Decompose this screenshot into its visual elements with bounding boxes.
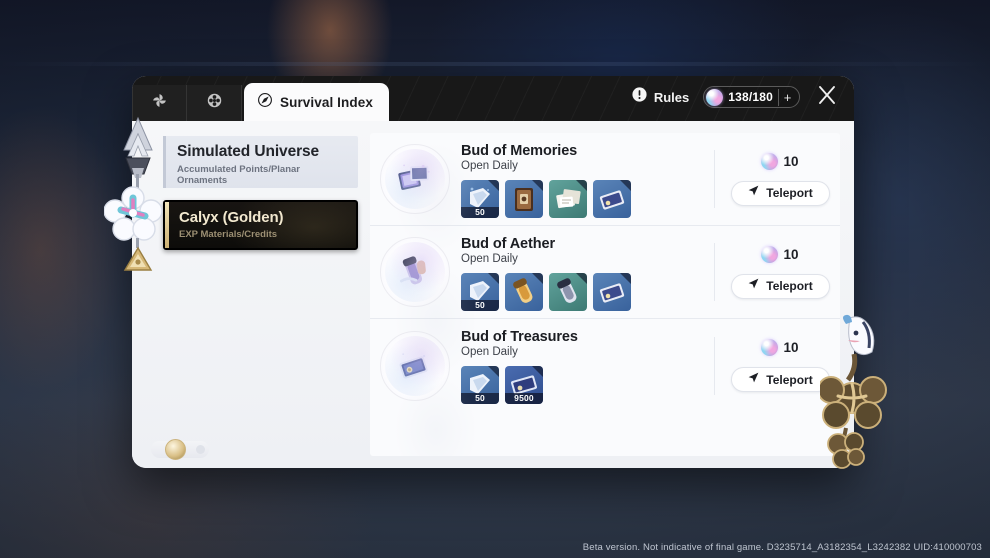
teleport-arrow-icon — [747, 277, 760, 295]
teleport-label: Teleport — [766, 372, 813, 387]
teleport-label: Teleport — [766, 186, 813, 200]
exclamation-icon — [631, 86, 648, 108]
row-divider — [714, 150, 715, 208]
sidebar-item-title: Calyx (Golden) — [179, 209, 284, 226]
stage-list: Bud of Memories Open Daily 50 10 Telepor… — [370, 133, 840, 456]
trailblaze-power-orb-icon — [706, 88, 724, 106]
reward-traveler-guide[interactable]: 50 — [461, 179, 499, 218]
trailblaze-power-orb-icon — [761, 339, 779, 356]
bud-of-aether-emblem — [380, 237, 450, 307]
stage-cost-value: 10 — [783, 340, 799, 355]
stage-subtitle: Open Daily — [461, 252, 518, 265]
reward-qty: 50 — [461, 206, 499, 218]
close-button[interactable] — [814, 84, 840, 110]
tab-survival-index[interactable]: Survival Index — [244, 83, 389, 121]
sidebar-item-calyx-golden[interactable]: Calyx (Golden) EXP Materials/Credits — [163, 200, 358, 250]
reward-calyx-ticket[interactable] — [593, 272, 631, 311]
reward-traveler-guide[interactable]: 50 — [461, 366, 499, 404]
reward-travel-encounters[interactable] — [549, 179, 587, 218]
row-divider — [714, 243, 715, 301]
sidebar-item-subtitle: EXP Materials/Credits — [179, 229, 278, 240]
trailblaze-power-orb-icon — [761, 152, 779, 170]
teleport-arrow-icon — [747, 184, 760, 202]
reward-qty: 50 — [461, 299, 499, 311]
reward-list: 50 9500 — [461, 366, 708, 404]
stage-cost-value: 10 — [783, 246, 799, 262]
seal-badge[interactable] — [151, 439, 209, 460]
compass-icon — [257, 92, 273, 113]
reward-qty: 9500 — [505, 393, 543, 404]
trailblaze-power-value: 138/180 — [728, 90, 773, 104]
beta-version-footer: Beta version. Not indicative of final ga… — [582, 542, 982, 553]
pinwheel-icon — [151, 92, 168, 114]
reward-gold-vial[interactable] — [505, 272, 543, 311]
sidebar-item-subtitle: Accumulated Points/Planar Ornaments — [177, 164, 301, 187]
table-row[interactable]: Bud of Aether Open Daily 50 10 Teleport — [370, 226, 840, 319]
add-power-button[interactable]: + — [778, 88, 796, 106]
teleport-label: Teleport — [766, 279, 813, 293]
window-header: Survival Index Rules 138/180 + — [132, 76, 854, 121]
stage-cost-value: 10 — [783, 153, 799, 169]
table-row[interactable]: Bud of Treasures Open Daily 50 9500 10 T… — [370, 319, 840, 412]
table-row[interactable]: Bud of Memories Open Daily 50 10 Telepor… — [370, 133, 840, 226]
sidebar-item-simulated-universe[interactable]: Simulated Universe Accumulated Points/Pl… — [163, 136, 358, 188]
bud-of-memories-emblem — [380, 144, 450, 214]
bud-of-treasures-emblem — [380, 330, 450, 401]
reward-calyx-ticket[interactable] — [593, 179, 631, 218]
teleport-button[interactable]: Teleport — [730, 273, 830, 299]
tab-flower[interactable] — [187, 85, 242, 121]
reward-list: 50 — [461, 179, 708, 218]
reward-adventure-log[interactable] — [505, 179, 543, 218]
tab-survival-index-label: Survival Index — [280, 94, 373, 110]
trailblaze-power-orb-icon — [761, 245, 779, 263]
category-sidebar: Simulated Universe Accumulated Points/Pl… — [132, 121, 370, 468]
reward-traveler-guide[interactable]: 50 — [461, 272, 499, 311]
stage-title: Bud of Memories — [461, 142, 578, 159]
stage-cost: 10 — [761, 339, 799, 356]
survival-index-window: Survival Index Rules 138/180 + Simulated… — [132, 76, 854, 468]
rules-button[interactable]: Rules — [631, 86, 689, 108]
teleport-button[interactable]: Teleport — [730, 367, 830, 392]
rules-label: Rules — [653, 89, 690, 105]
teleport-button[interactable]: Teleport — [730, 180, 830, 206]
close-icon — [815, 83, 839, 112]
trailblaze-power-pill[interactable]: 138/180 + — [703, 86, 800, 108]
window-body: Simulated Universe Accumulated Points/Pl… — [132, 121, 854, 468]
stage-cost: 10 — [761, 152, 799, 170]
reward-list: 50 — [461, 272, 708, 311]
stage-subtitle: Open Daily — [461, 159, 518, 172]
stage-title: Bud of Aether — [461, 235, 556, 252]
reward-qty: 50 — [461, 393, 499, 404]
reward-credit-card[interactable]: 9500 — [505, 366, 543, 404]
row-divider — [714, 336, 715, 395]
sidebar-item-title: Simulated Universe — [177, 143, 320, 160]
reward-silver-vial[interactable] — [549, 272, 587, 311]
stage-subtitle: Open Daily — [461, 346, 518, 358]
badge-dot — [196, 445, 205, 454]
seal-icon — [165, 439, 186, 460]
stage-title: Bud of Treasures — [461, 329, 578, 345]
stage-cost: 10 — [761, 245, 799, 263]
tab-pinwheel[interactable] — [132, 85, 187, 121]
teleport-arrow-icon — [747, 371, 760, 389]
flower-icon — [206, 92, 223, 114]
